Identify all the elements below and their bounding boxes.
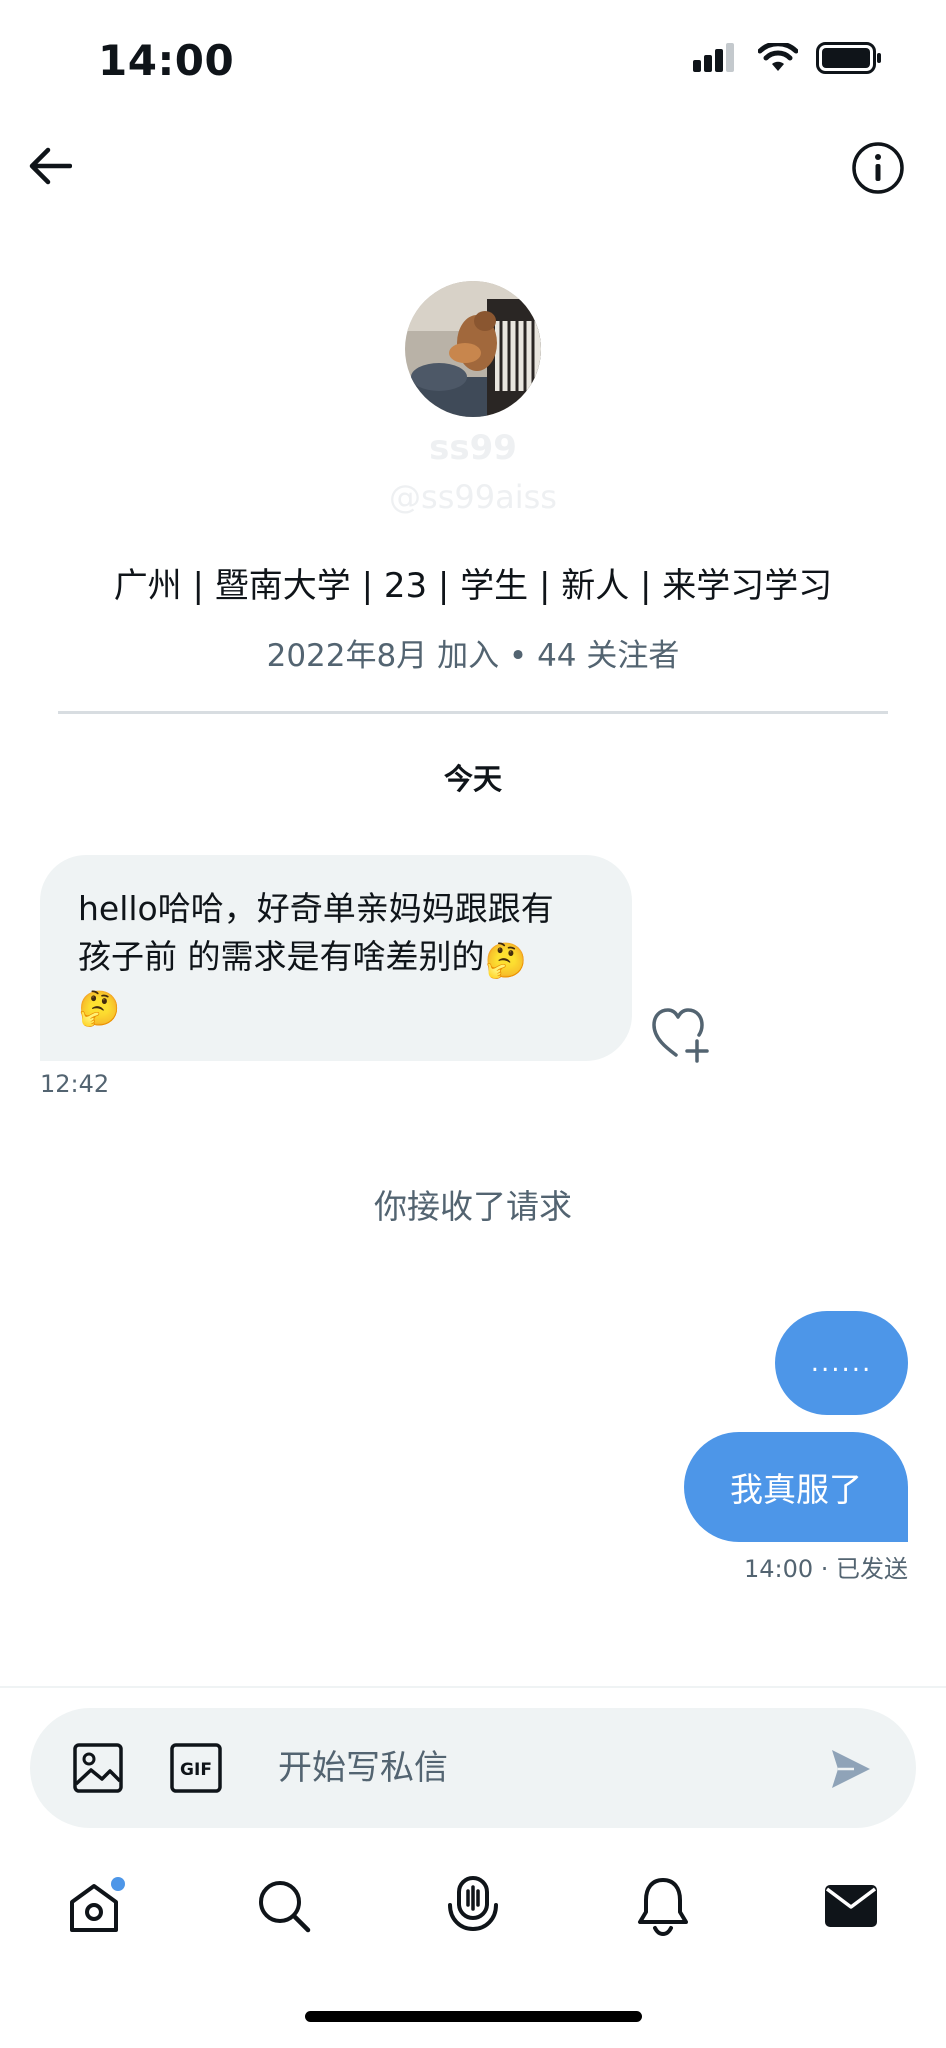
tab-spaces[interactable] (437, 1870, 509, 1942)
status-icons (692, 42, 882, 74)
mail-icon (825, 1885, 877, 1927)
received-message-line-3: 🤔 (78, 981, 596, 1029)
joined-date: 2022年8月 加入 (266, 638, 500, 674)
tab-messages[interactable] (815, 1870, 887, 1942)
gif-icon: GIF (170, 1743, 222, 1793)
heart-plus-icon (652, 1008, 709, 1063)
followers-count[interactable]: 44 关注者 (537, 638, 679, 674)
handle[interactable]: @ss99aiss (0, 478, 946, 516)
search-icon (259, 1881, 311, 1933)
profile-meta: 2022年8月 加入 • 44 关注者 (0, 630, 946, 675)
avatar-image (405, 281, 541, 417)
battery-icon (816, 42, 881, 74)
message-input[interactable] (278, 1730, 798, 1806)
bio: 广州 | 暨南大学 | 23 | 学生 | 新人 | 来学习学习 (113, 566, 833, 606)
home-icon (70, 1877, 125, 1932)
back-button[interactable] (24, 140, 76, 192)
display-name[interactable]: ss99 (0, 428, 946, 468)
send-button[interactable] (826, 1744, 876, 1794)
thinking-emoji: 🤔 (484, 941, 527, 981)
add-image-button[interactable] (70, 1740, 126, 1796)
status-time: 14:00 (98, 36, 235, 85)
info-icon (852, 142, 904, 194)
image-icon (73, 1743, 123, 1793)
received-message-line-2-text: 孩子前 的需求是有啥差别的 (78, 937, 485, 976)
thinking-emoji: 🤔 (78, 989, 121, 1029)
divider (58, 711, 888, 714)
system-note: 你接收了请求 (374, 1187, 572, 1226)
home-indicator[interactable] (305, 2011, 642, 2022)
tab-home[interactable] (58, 1870, 130, 1942)
received-message-time: 12:42 (40, 1070, 110, 1098)
wifi-icon (758, 43, 798, 71)
sent-message-bubble[interactable]: 我真服了 (684, 1432, 908, 1542)
spaces-icon (448, 1876, 498, 1932)
bell-icon (638, 1878, 688, 1936)
message-composer: GIF (30, 1708, 916, 1828)
react-button[interactable] (650, 1005, 712, 1065)
received-message-bubble[interactable]: hello哈哈，好奇单亲妈妈跟跟有 孩子前 的需求是有啥差别的🤔 🤔 (40, 855, 632, 1061)
send-icon (832, 1750, 870, 1788)
meta-separator: • (499, 638, 538, 674)
received-message-line-1: hello哈哈，好奇单亲妈妈跟跟有 (78, 889, 554, 928)
tab-bar (0, 1870, 946, 1950)
tab-notifications[interactable] (627, 1870, 699, 1942)
sent-message-bubble[interactable]: ...... (775, 1311, 908, 1415)
info-button[interactable] (850, 140, 906, 196)
composer-divider (0, 1686, 946, 1688)
sent-message-status: 14:00 · 已发送 (743, 1555, 908, 1583)
back-arrow-icon (29, 147, 72, 185)
signal-icon (693, 43, 734, 72)
avatar[interactable] (405, 281, 541, 417)
date-separator: 今天 (443, 762, 502, 796)
tab-search[interactable] (248, 1870, 320, 1942)
add-gif-button[interactable]: GIF (168, 1740, 224, 1796)
gif-label: GIF (180, 1760, 212, 1780)
received-message-line-2: 孩子前 的需求是有啥差别的🤔 (78, 933, 596, 981)
